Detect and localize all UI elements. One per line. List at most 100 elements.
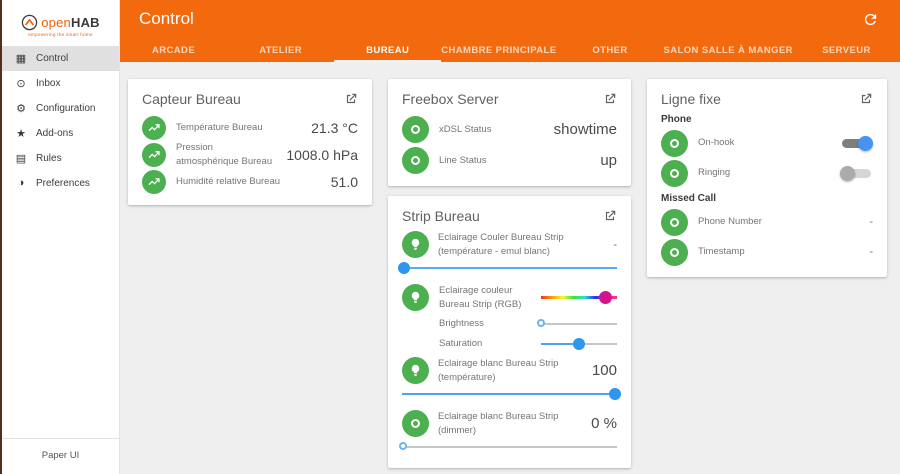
item-value: 21.3 °C [311, 119, 358, 136]
item-row-white-emul: Eclairage Couler Bureau Strip (températu… [402, 231, 617, 258]
lightbulb-icon [402, 357, 429, 384]
item-row-ringing: Ringing [661, 158, 873, 188]
white-emul-slider[interactable] [398, 261, 617, 275]
item-row-white-temp: Eclairage blanc Bureau Strip (températur… [402, 357, 617, 384]
status-ring-icon [661, 208, 688, 236]
trending-up-icon [142, 115, 166, 140]
status-ring-icon [661, 129, 688, 157]
item-value: 0 % [591, 415, 617, 432]
trending-up-icon [142, 169, 166, 194]
item-value: showtime [553, 121, 617, 138]
tab-atelier[interactable]: ATELIER [227, 38, 334, 62]
rgb-color-slider[interactable] [541, 290, 617, 305]
item-value: up [600, 152, 617, 169]
sidebar-item-label: Configuration [36, 103, 96, 114]
sidebar-nav: ▦ Control ⊙ Inbox ⚙ Configuration ★ Add-… [2, 46, 119, 195]
sidebar-item-configuration[interactable]: ⚙ Configuration [2, 96, 119, 121]
saturation-slider[interactable] [541, 337, 617, 351]
item-row-line-status: Line Status up [402, 145, 617, 176]
item-row-rgb: Eclairage couleur Bureau Strip (RGB) [402, 284, 617, 311]
open-in-new-icon[interactable] [859, 92, 873, 106]
sidebar-item-label: Add-ons [36, 128, 74, 139]
item-value: 1008.0 hPa [286, 146, 358, 163]
white-temp-slider[interactable] [402, 387, 621, 401]
tab-bureau[interactable]: BUREAU [334, 38, 442, 62]
sidebar-item-control[interactable]: ▦ Control [2, 46, 119, 71]
dimmer-slider[interactable] [399, 440, 617, 454]
status-ring-icon [402, 147, 429, 174]
open-in-new-icon[interactable] [603, 92, 617, 106]
item-row-dimmer: Eclairage blanc Bureau Strip (dimmer) 0 … [402, 410, 617, 437]
card-strip-bureau: Strip Bureau Eclairage Couler Bureau Str… [388, 196, 631, 468]
item-row-phone-number: Phone Number - [661, 207, 873, 237]
item-row-humidite: Humidité relative Bureau 51.0 [142, 168, 358, 195]
openhab-logo-icon [22, 14, 38, 30]
card-ligne-fixe: Ligne fixe Phone On-hook Ringing Missed … [647, 79, 887, 277]
tab-chambre-principale[interactable]: CHAMBRE PRINCIPALE [441, 38, 556, 62]
card-capteur-bureau: Capteur Bureau Température Bureau 21.3 °… [128, 79, 372, 205]
section-label-phone: Phone [661, 114, 692, 125]
addons-icon: ★ [16, 128, 26, 140]
gear-icon: ⚙ [16, 103, 26, 115]
item-value: - [869, 216, 873, 228]
preferences-icon: ◑ [17, 177, 25, 189]
content-area: Capteur Bureau Température Bureau 21.3 °… [120, 62, 900, 474]
status-ring-icon [661, 159, 688, 187]
logo-tagline: empowering the smart home [28, 31, 93, 37]
item-row-on-hook: On-hook [661, 128, 873, 158]
main-area: Control ARCADE ATELIER BUREAU CHAMBRE PR… [120, 0, 900, 474]
openhab-logo: openHAB empowering the smart home [2, 0, 119, 42]
sidebar-item-label: Inbox [36, 78, 61, 89]
item-value: 100 [591, 362, 617, 379]
logo-text: openHAB [41, 14, 100, 30]
status-ring-icon [661, 238, 688, 266]
item-row-pression: Pression atmosphérique Bureau 1008.0 hPa [142, 141, 358, 168]
top-bar: Control ARCADE ATELIER BUREAU CHAMBRE PR… [120, 0, 900, 62]
ringing-toggle[interactable] [840, 164, 873, 182]
app-window: openHAB empowering the smart home ▦ Cont… [0, 0, 900, 474]
item-row-timestamp: Timestamp - [661, 237, 873, 267]
item-value: - [869, 246, 873, 258]
refresh-button[interactable] [859, 8, 881, 30]
trending-up-icon [142, 142, 166, 167]
sidebar-item-preferences[interactable]: ◑ Preferences [2, 171, 119, 195]
item-row-saturation: Saturation [402, 337, 617, 351]
tab-serveur[interactable]: SERVEUR [793, 38, 900, 62]
item-row-brightness: Brightness [402, 317, 617, 331]
tab-arcade[interactable]: ARCADE [120, 38, 227, 62]
status-ring-icon [402, 116, 429, 143]
card-title: Capteur Bureau [142, 91, 241, 107]
sidebar: openHAB empowering the smart home ▦ Cont… [2, 0, 120, 474]
sidebar-item-label: Rules [36, 153, 62, 164]
sidebar-item-label: Preferences [36, 177, 90, 189]
card-title: Freebox Server [402, 91, 499, 107]
item-row-xdsl-status: xDSL Status showtime [402, 114, 617, 145]
paper-ui-footer: Paper UI [2, 438, 119, 474]
sidebar-item-addons[interactable]: ★ Add-ons [2, 121, 119, 146]
tab-salon-salle-a-manger[interactable]: SALON SALLE À MANGER [664, 38, 793, 62]
open-in-new-icon[interactable] [603, 209, 617, 223]
card-title: Strip Bureau [402, 208, 480, 224]
on-hook-toggle[interactable] [840, 134, 873, 152]
item-value: 51.0 [330, 173, 358, 190]
item-value: - [613, 238, 617, 251]
open-in-new-icon[interactable] [344, 92, 358, 106]
brightness-slider[interactable] [536, 317, 617, 331]
sidebar-item-label: Control [36, 53, 69, 64]
lightbulb-icon [402, 231, 429, 258]
card-title: Ligne fixe [661, 91, 721, 107]
refresh-icon [864, 13, 876, 25]
card-freebox-server: Freebox Server xDSL Status showtime Line… [388, 79, 631, 186]
inbox-icon: ⊙ [16, 78, 26, 90]
lightbulb-icon [402, 284, 429, 311]
sidebar-item-rules[interactable]: ▤ Rules [2, 146, 119, 171]
sidebar-item-inbox[interactable]: ⊙ Inbox [2, 71, 119, 96]
section-label-missed-call: Missed Call [661, 193, 717, 204]
page-title: Control [139, 9, 194, 28]
rules-icon: ▤ [15, 153, 27, 165]
dashboard-icon: ▦ [15, 53, 27, 65]
item-row-temperature: Température Bureau 21.3 °C [142, 114, 358, 141]
dimmer-icon [402, 410, 429, 437]
room-tabs: ARCADE ATELIER BUREAU CHAMBRE PRINCIPALE… [120, 38, 900, 62]
tab-other[interactable]: OTHER [556, 38, 663, 62]
